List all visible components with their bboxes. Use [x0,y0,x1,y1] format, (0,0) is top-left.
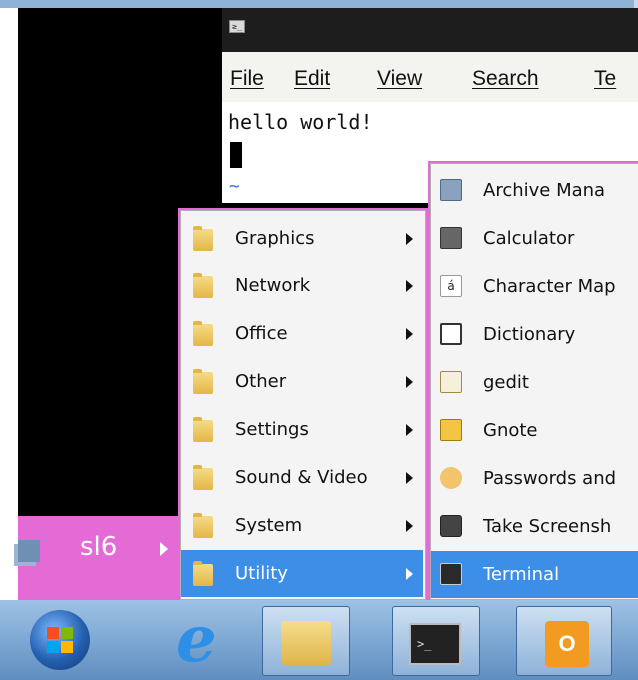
menu-search[interactable]: Search [472,67,539,91]
gedit-icon [440,371,462,393]
menu-item-label: Terminal [483,564,560,585]
folder-icon [193,273,213,298]
menu-item-label: Archive Mana [483,180,606,201]
menu-item-label: Utility [235,563,288,584]
menu-item-settings[interactable]: Settings [181,406,423,453]
sl6-launcher[interactable]: sl6 [18,516,180,600]
menu-item-label: gedit [483,372,529,393]
menu-item-gnote[interactable]: Gnote [431,407,638,454]
outlook-icon: O [545,621,589,667]
submenu-arrow-icon [406,568,413,580]
terminal-icon: >_ [409,623,461,665]
archive-manager-icon [440,179,462,201]
terminal-menubar: File Edit View Search Te [222,52,638,102]
menu-item-label: Gnote [483,420,538,441]
terminal-tilde: ~ [229,176,240,197]
submenu-arrow-icon [406,376,413,388]
submenu-arrow-icon [406,233,413,245]
desktop-top-edge [0,0,638,8]
menu-item-take-screenshot[interactable]: Take Screensh [431,503,638,550]
category-menu: Graphics Network Office Other Settings S… [180,210,426,600]
folder-icon [193,561,213,586]
utility-submenu: Archive Mana Calculator á Character Map … [430,163,638,600]
menu-item-character-map[interactable]: á Character Map [431,263,638,310]
menu-item-label: Character Map [483,276,616,297]
launcher-arrow-icon [160,542,168,556]
folder-icon [193,369,213,394]
windows-explorer-button[interactable] [262,606,350,676]
folder-icon [193,321,213,346]
submenu-arrow-icon [406,472,413,484]
gnote-icon [440,419,462,441]
terminal-output-line: hello world! [228,110,373,134]
key-icon [440,467,462,489]
menu-terminal[interactable]: Te [594,67,616,91]
windows-stack-icon [18,540,40,562]
submenu-arrow-icon [406,280,413,292]
dictionary-icon [440,323,462,345]
menu-item-office[interactable]: Office [181,310,423,357]
terminal-title-icon: ≥_ [229,20,245,33]
folder-icon [193,513,213,538]
menu-item-network[interactable]: Network [181,262,423,309]
terminal-titlebar[interactable]: ≥_ [222,8,638,52]
menu-file[interactable]: File [230,67,264,91]
terminal-icon [440,563,462,585]
windows-start-icon [47,627,73,653]
menu-item-calculator[interactable]: Calculator [431,215,638,262]
launcher-label: sl6 [80,532,118,562]
menu-item-label: Sound & Video [235,467,368,488]
menu-item-label: Other [235,371,287,392]
folder-icon [193,417,213,442]
menu-item-label: Take Screensh [483,516,612,537]
start-button[interactable] [30,610,90,670]
menu-item-label: Settings [235,419,309,440]
menu-item-other[interactable]: Other [181,358,423,405]
folder-library-icon [281,621,331,665]
menu-item-gedit[interactable]: gedit [431,359,638,406]
terminal-task-button[interactable]: >_ [392,606,480,676]
submenu-arrow-icon [406,424,413,436]
internet-explorer-button[interactable]: e [176,602,236,677]
menu-item-terminal[interactable]: Terminal [431,551,638,598]
menu-item-label: Network [235,275,311,296]
menu-item-utility[interactable]: Utility [181,550,423,597]
menu-item-label: Graphics [235,228,315,249]
menu-item-label: System [235,515,303,536]
taskbar: e >_ O [0,600,638,680]
menu-item-label: Office [235,323,288,344]
menu-item-dictionary[interactable]: Dictionary [431,311,638,358]
menu-edit[interactable]: Edit [294,67,330,91]
internet-explorer-icon: e [176,602,217,677]
menu-item-graphics[interactable]: Graphics [181,215,423,262]
menu-view[interactable]: View [377,67,422,91]
menu-item-label: Passwords and [483,468,617,489]
menu-item-label: Dictionary [483,324,576,345]
folder-icon [193,226,213,251]
submenu-arrow-icon [406,328,413,340]
menu-item-archive-manager[interactable]: Archive Mana [431,167,638,214]
menu-item-label: Calculator [483,228,575,249]
menu-item-system[interactable]: System [181,502,423,549]
folder-icon [193,465,213,490]
character-map-icon: á [440,275,462,297]
menu-item-passwords[interactable]: Passwords and [431,455,638,502]
calculator-icon [440,227,462,249]
camera-icon [440,515,462,537]
outlook-task-button[interactable]: O [516,606,612,676]
menu-item-sound-video[interactable]: Sound & Video [181,454,423,501]
terminal-cursor [230,142,242,168]
submenu-arrow-icon [406,520,413,532]
